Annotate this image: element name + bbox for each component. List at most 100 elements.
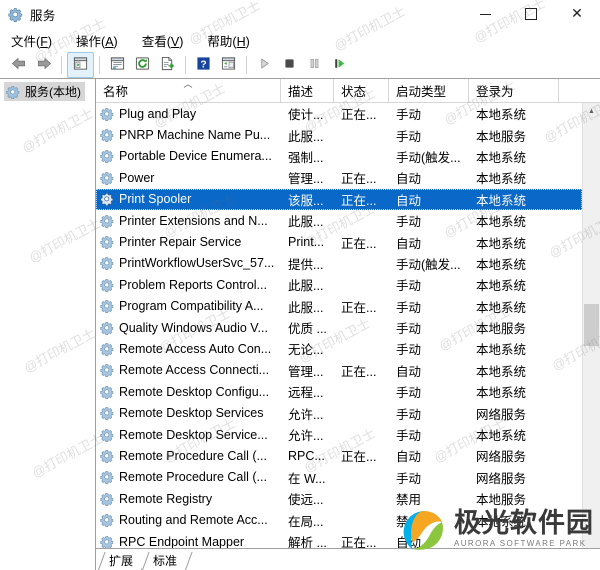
service-gear-icon: [100, 107, 114, 121]
service-startup-type-label: 自动: [396, 450, 422, 465]
restart-service-button[interactable]: [327, 53, 352, 77]
vertical-scrollbar[interactable]: ▲: [582, 103, 600, 548]
table-row[interactable]: Routing and Remote Acc... 在局... 禁用 本地系统: [96, 509, 582, 530]
cell-description: Print...: [281, 235, 334, 249]
cell-service-name: Remote Desktop Service...: [96, 428, 281, 442]
table-row[interactable]: PNRP Machine Name Pu... 此服... 手动 本地服务: [96, 124, 582, 145]
service-description-label: 允许...: [288, 429, 324, 444]
show-hide-console-tree-button[interactable]: [67, 52, 94, 78]
cell-description: 远程...: [281, 382, 334, 401]
toolbar-separator-3: [185, 56, 186, 74]
table-row[interactable]: Power 管理... 正在... 自动 本地系统: [96, 167, 582, 188]
cell-service-name: Remote Desktop Services: [96, 406, 281, 420]
scroll-up-arrow-icon[interactable]: ▲: [583, 103, 600, 120]
tab-extended[interactable]: 扩展: [98, 552, 143, 570]
show-action-pane-button[interactable]: [216, 53, 241, 77]
menu-item-action[interactable]: 操作(A): [75, 29, 119, 52]
sidebar-item-services-local[interactable]: 服务(本地): [4, 82, 85, 101]
cell-log-on-as: 本地系统: [469, 511, 559, 530]
service-name-label: Remote Access Connecti...: [119, 363, 270, 378]
service-description-label: 强制...: [288, 150, 324, 165]
service-description-label: 此服...: [288, 279, 324, 294]
service-description-label: 该服...: [288, 193, 324, 208]
scrollbar-thumb[interactable]: [584, 304, 599, 347]
service-status-label: 正在...: [341, 236, 377, 251]
service-name-label: PNRP Machine Name Pu...: [119, 128, 271, 143]
cell-log-on-as: 本地系统: [469, 233, 559, 252]
service-description-label: 此服...: [288, 215, 324, 230]
service-startup-type-label: 禁用: [396, 514, 422, 529]
pause-service-button[interactable]: [302, 53, 327, 77]
table-row[interactable]: Remote Registry 使远... 禁用 本地服务: [96, 488, 582, 509]
table-row[interactable]: RPC Endpoint Mapper 解析 ... 正在... 自动: [96, 531, 582, 548]
service-startup-type-label: 手动: [396, 429, 422, 444]
svg-text:?: ?: [200, 59, 206, 70]
service-gear-icon: [100, 299, 114, 314]
tab-standard[interactable]: 标准: [142, 552, 187, 570]
table-row[interactable]: Remote Procedure Call (... 在 W... 手动 网络服务: [96, 467, 582, 488]
cell-service-name: Portable Device Enumera...: [96, 149, 281, 163]
menu-item-help[interactable]: 帮助(H): [206, 29, 250, 52]
start-service-button[interactable]: [252, 53, 277, 77]
cell-description: 允许...: [281, 404, 334, 423]
restart-icon: [333, 57, 346, 73]
services-list-pane: 名称 ︿ 描述 状态 启动类型 登录为 Plug and Play 使计... 正在…: [96, 78, 600, 570]
service-name-label: Remote Procedure Call (...: [119, 448, 267, 463]
menu-item-file[interactable]: 文件(F): [10, 29, 53, 52]
column-header-row: 名称 ︿ 描述 状态 启动类型 登录为: [96, 79, 600, 103]
table-row[interactable]: Remote Access Auto Con... 无论... 手动 本地系统: [96, 338, 582, 359]
table-row[interactable]: Print Spooler 该服... 正在... 自动 本地系统: [96, 188, 582, 210]
maximize-button[interactable]: [508, 0, 554, 28]
cell-startup-type: 手动: [389, 104, 469, 123]
table-row[interactable]: Remote Access Connecti... 管理... 正在... 自动 本地系…: [96, 360, 582, 381]
table-row[interactable]: Remote Procedure Call (... RPC... 正在... 自动 网…: [96, 445, 582, 466]
scrollbar-track[interactable]: [583, 120, 600, 548]
cell-startup-type: 手动: [389, 404, 469, 423]
table-row[interactable]: Remote Desktop Services 允许... 手动 网络服务: [96, 402, 582, 423]
table-row[interactable]: Printer Extensions and N... 此服... 手动 本地系统: [96, 210, 582, 231]
service-startup-type-label: 手动: [396, 300, 422, 315]
toolbar: ?: [0, 52, 600, 78]
cell-service-name: RPC Endpoint Mapper: [96, 534, 281, 549]
menu-view-label: 查看: [141, 34, 167, 49]
table-row[interactable]: Program Compatibility A... 此服... 正在... 手动 本地…: [96, 296, 582, 317]
back-button[interactable]: [6, 53, 31, 77]
menu-item-view[interactable]: 查看(V): [141, 29, 185, 52]
minimize-button[interactable]: [462, 0, 508, 28]
table-row[interactable]: PrintWorkflowUserSvc_57... 提供... 手动(触发... 本…: [96, 253, 582, 274]
cell-description: 此服...: [281, 211, 334, 230]
export-list-button[interactable]: [155, 53, 180, 77]
table-row[interactable]: Remote Desktop Service... 允许... 手动 本地系统: [96, 424, 582, 445]
service-startup-type-label: 手动(触发...: [396, 257, 461, 272]
close-button[interactable]: ✕: [554, 0, 600, 28]
column-header-status[interactable]: 状态: [334, 79, 389, 102]
table-row[interactable]: Quality Windows Audio V... 优质 ... 手动 本地服务: [96, 317, 582, 338]
cell-description: RPC...: [281, 449, 334, 463]
column-header-log-on-as[interactable]: 登录为: [469, 79, 559, 102]
cell-service-name: PNRP Machine Name Pu...: [96, 128, 281, 142]
cell-service-name: Program Compatibility A...: [96, 299, 281, 313]
service-gear-icon: [100, 449, 114, 463]
service-log-on-as-label: 网络服务: [476, 450, 527, 465]
forward-button[interactable]: [31, 53, 56, 77]
table-row[interactable]: Plug and Play 使计... 正在... 手动 本地系统: [96, 103, 582, 124]
service-name-label: Print Spooler: [119, 192, 192, 207]
table-row[interactable]: Problem Reports Control... 此服... 手动 本地系统: [96, 274, 582, 295]
service-startup-type-label: 手动: [396, 279, 422, 294]
service-name-label: Printer Extensions and N...: [119, 213, 268, 228]
column-header-startup-type[interactable]: 启动类型: [389, 79, 469, 102]
properties-button[interactable]: [105, 53, 130, 77]
refresh-button[interactable]: [130, 53, 155, 77]
table-row[interactable]: Portable Device Enumera... 强制... 手动(触发... 本…: [96, 146, 582, 167]
service-name-label: RPC Endpoint Mapper: [119, 534, 245, 549]
column-header-name[interactable]: 名称 ︿: [96, 79, 281, 102]
column-header-description[interactable]: 描述: [281, 79, 334, 102]
cell-description: 在 W...: [281, 468, 334, 487]
column-status-label: 状态: [341, 85, 367, 99]
help-button[interactable]: ?: [191, 53, 216, 77]
cell-service-name: Routing and Remote Acc...: [96, 513, 281, 527]
cell-log-on-as: 本地系统: [469, 425, 559, 444]
table-row[interactable]: Printer Repair Service Print... 正在... 自动 本地系…: [96, 231, 582, 252]
table-row[interactable]: Remote Desktop Configu... 远程... 手动 本地系统: [96, 381, 582, 402]
stop-service-button[interactable]: [277, 53, 302, 77]
